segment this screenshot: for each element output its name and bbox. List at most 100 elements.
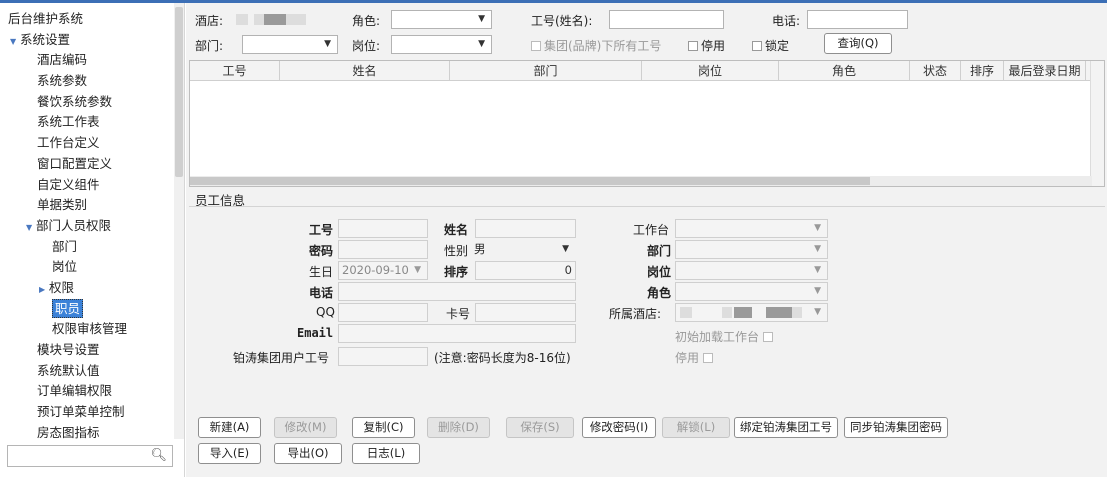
post-filter-label: 岗位: <box>352 39 381 53</box>
empno-filter-input[interactable] <box>609 10 724 29</box>
grid-column-header[interactable]: 姓名 <box>280 61 450 81</box>
grid-column-header[interactable]: 工号 <box>190 61 280 81</box>
chevron-down-icon: ▼ <box>414 265 421 275</box>
sync-password-button[interactable]: 同步铂涛集团密码 <box>844 417 948 438</box>
birthday-picker[interactable]: 2020-09-10 ▼ <box>338 261 428 280</box>
post-filter-select[interactable]: ▼ <box>391 35 492 54</box>
phone-filter-input[interactable] <box>807 10 908 29</box>
sidebar-item[interactable]: 后台维护系统 <box>0 9 172 30</box>
sidebar-item[interactable]: 自定义组件 <box>0 175 172 196</box>
disabled-filter-checkbox[interactable]: 停用 <box>688 37 725 54</box>
grid-column-header[interactable]: 角色 <box>779 61 910 81</box>
phone-label: 电话 <box>309 286 334 300</box>
phone-input[interactable] <box>338 282 576 301</box>
grid-column-header[interactable]: 状态 <box>910 61 961 81</box>
empno-filter-label: 工号(姓名): <box>531 14 593 28</box>
sidebar-item-label: 系统参数 <box>37 73 88 89</box>
hotel-select[interactable]: ▼ <box>675 303 828 322</box>
export-button[interactable]: 导出(O) <box>274 443 342 464</box>
sidebar-item[interactable]: 预订单菜单控制 <box>0 402 172 423</box>
grid-column-header[interactable]: 部门 <box>450 61 642 81</box>
chevron-down-icon[interactable]: ▼ <box>10 32 20 52</box>
sidebar-item[interactable]: 职员 <box>0 298 172 320</box>
change-password-button[interactable]: 修改密码(I) <box>582 417 656 438</box>
phone-filter-label: 电话: <box>772 14 801 28</box>
init-load-checkbox[interactable]: 初始加载工作台 <box>675 328 776 345</box>
grid-horizontal-scrollbar[interactable] <box>190 176 1092 186</box>
checkbox-box <box>763 332 774 342</box>
sidebar-item[interactable]: 系统工作表 <box>0 112 172 133</box>
group-all-checkbox[interactable]: 集团(品牌)下所有工号 <box>531 37 661 54</box>
grid-column-header[interactable]: 岗位 <box>642 61 779 81</box>
edit-button[interactable]: 修改(M) <box>274 417 337 438</box>
dept-filter-select[interactable]: ▼ <box>242 35 338 54</box>
sidebar-item-label: 房态图指标 <box>37 424 100 440</box>
sidebar-item[interactable]: ▶ 权限 <box>0 278 172 299</box>
sidebar-item[interactable]: 部门 <box>0 237 172 258</box>
sidebar-item[interactable]: 单据类别 <box>0 195 172 216</box>
dept-label: 部门 <box>647 244 672 258</box>
gender-select[interactable]: 男 ▼ <box>470 240 576 259</box>
sidebar-item[interactable]: ▼ 部门人员权限 <box>0 216 172 237</box>
dept-filter-label: 部门: <box>195 39 224 53</box>
dept-select[interactable]: ▼ <box>675 240 828 259</box>
role-filter-select[interactable]: ▼ <box>391 10 492 29</box>
qq-input[interactable] <box>338 303 428 322</box>
sidebar-item[interactable]: 订单编辑权限 <box>0 381 172 402</box>
sidebar-item[interactable]: 工作台定义 <box>0 133 172 154</box>
bind-group-button[interactable]: 绑定铂涛集团工号 <box>734 417 838 438</box>
name-input[interactable] <box>475 219 576 238</box>
sidebar-item[interactable]: 房态图指标 <box>0 423 172 444</box>
sidebar-item[interactable]: 餐饮系统参数 <box>0 92 172 113</box>
card-input[interactable] <box>475 303 576 322</box>
hotel-filter-value[interactable] <box>232 10 334 29</box>
chevron-right-icon[interactable]: ▶ <box>39 280 49 300</box>
post-select[interactable]: ▼ <box>675 261 828 280</box>
sidebar-item-label: 部门人员权限 <box>36 217 112 233</box>
birthday-label: 生日 <box>309 265 334 279</box>
workbench-select[interactable]: ▼ <box>675 219 828 238</box>
role-select[interactable]: ▼ <box>675 282 828 301</box>
grid-vertical-scrollbar[interactable] <box>1090 61 1104 186</box>
new-button[interactable]: 新建(A) <box>198 417 261 438</box>
sidebar-item[interactable]: 系统默认值 <box>0 361 172 382</box>
group-all-label: 集团(品牌)下所有工号 <box>544 39 662 53</box>
employee-disabled-label: 停用 <box>675 351 700 365</box>
sidebar-search-input[interactable]: 🔍︎ <box>7 445 173 467</box>
sidebar-item[interactable]: ▼ 系统设置 <box>0 30 172 51</box>
empno-input[interactable] <box>338 219 428 238</box>
password-input[interactable] <box>338 240 428 259</box>
chevron-down-icon[interactable]: ▼ <box>26 218 36 238</box>
sidebar-item[interactable]: 窗口配置定义 <box>0 154 172 175</box>
sidebar-item[interactable]: 酒店编码 <box>0 50 172 71</box>
sidebar-item[interactable]: 系统参数 <box>0 71 172 92</box>
unlock-button[interactable]: 解锁(L) <box>662 417 730 438</box>
sidebar-item[interactable]: 岗位 <box>0 257 172 278</box>
log-button[interactable]: 日志(L) <box>352 443 420 464</box>
email-input[interactable] <box>338 324 576 343</box>
password-label: 密码 <box>309 244 334 258</box>
copy-button[interactable]: 复制(C) <box>352 417 415 438</box>
search-icon[interactable]: 🔍︎ <box>150 448 167 463</box>
import-button[interactable]: 导入(E) <box>198 443 261 464</box>
delete-button[interactable]: 删除(D) <box>427 417 490 438</box>
group-user-input[interactable] <box>338 347 428 366</box>
employee-grid: 工号姓名部门岗位角色状态排序最后登录日期电话 <box>189 60 1105 187</box>
grid-column-header[interactable]: 排序 <box>961 61 1004 81</box>
sidebar-item[interactable]: 模块号设置 <box>0 340 172 361</box>
grid-column-header[interactable]: 最后登录日期 <box>1004 61 1086 81</box>
save-button[interactable]: 保存(S) <box>506 417 574 438</box>
post-label: 岗位 <box>647 265 672 279</box>
sidebar-scrollbar[interactable] <box>174 3 184 439</box>
sort-input[interactable]: 0 <box>475 261 576 280</box>
employee-disabled-checkbox[interactable]: 停用 <box>675 349 716 366</box>
query-button[interactable]: 查询(Q) <box>824 33 892 54</box>
role-filter-label: 角色: <box>352 14 381 28</box>
sidebar-item-label: 系统工作表 <box>37 114 100 130</box>
locked-filter-checkbox[interactable]: 锁定 <box>752 37 789 54</box>
sidebar-scroll-thumb[interactable] <box>175 7 183 177</box>
grid-hscroll-thumb[interactable] <box>190 177 870 185</box>
sidebar-item-label: 餐饮系统参数 <box>37 93 113 109</box>
sidebar-item[interactable]: 权限审核管理 <box>0 319 172 340</box>
password-note: (注意:密码长度为8-16位) <box>434 351 571 365</box>
